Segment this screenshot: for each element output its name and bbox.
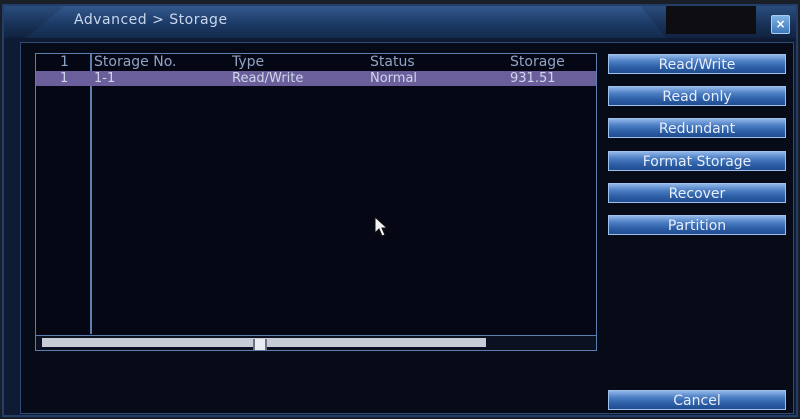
recover-button[interactable]: Recover bbox=[608, 183, 786, 203]
title-bar: Advanced > Storage × bbox=[4, 6, 796, 38]
header-storage-no[interactable]: Storage No. bbox=[94, 54, 176, 71]
read-write-button[interactable]: Read/Write bbox=[608, 54, 786, 74]
column-divider bbox=[90, 54, 92, 334]
row-type: Read/Write bbox=[232, 71, 304, 86]
read-only-button[interactable]: Read only bbox=[608, 86, 786, 106]
scroll-track[interactable] bbox=[42, 338, 486, 350]
header-storage[interactable]: Storage bbox=[510, 54, 565, 71]
table-row[interactable]: 1 1-1 Read/Write Normal 931.51 bbox=[36, 71, 596, 86]
header-type[interactable]: Type bbox=[232, 54, 264, 71]
header-status[interactable]: Status bbox=[370, 54, 415, 71]
window-title: Advanced > Storage bbox=[74, 12, 228, 28]
partition-button[interactable]: Partition bbox=[608, 215, 786, 235]
cancel-button[interactable]: Cancel bbox=[608, 390, 786, 410]
header-index: 1 bbox=[60, 54, 69, 70]
row-index: 1 bbox=[60, 71, 69, 86]
horizontal-scrollbar[interactable] bbox=[36, 335, 596, 350]
row-storage: 931.51 bbox=[510, 71, 556, 86]
title-bar-shadow bbox=[666, 6, 756, 34]
storage-list: 1 Storage No. Type Status Storage 1 1-1 … bbox=[35, 53, 597, 351]
storage-dialog: Advanced > Storage × 1 Storage No. Type … bbox=[2, 4, 798, 417]
pointer-arrow-icon bbox=[374, 215, 389, 237]
scroll-thumb[interactable] bbox=[253, 339, 267, 350]
table-header: 1 Storage No. Type Status Storage bbox=[36, 54, 596, 71]
redundant-button[interactable]: Redundant bbox=[608, 118, 786, 138]
close-icon[interactable]: × bbox=[771, 15, 790, 34]
row-status: Normal bbox=[370, 71, 418, 86]
format-storage-button[interactable]: Format Storage bbox=[608, 151, 786, 171]
row-storage-no: 1-1 bbox=[94, 71, 116, 86]
